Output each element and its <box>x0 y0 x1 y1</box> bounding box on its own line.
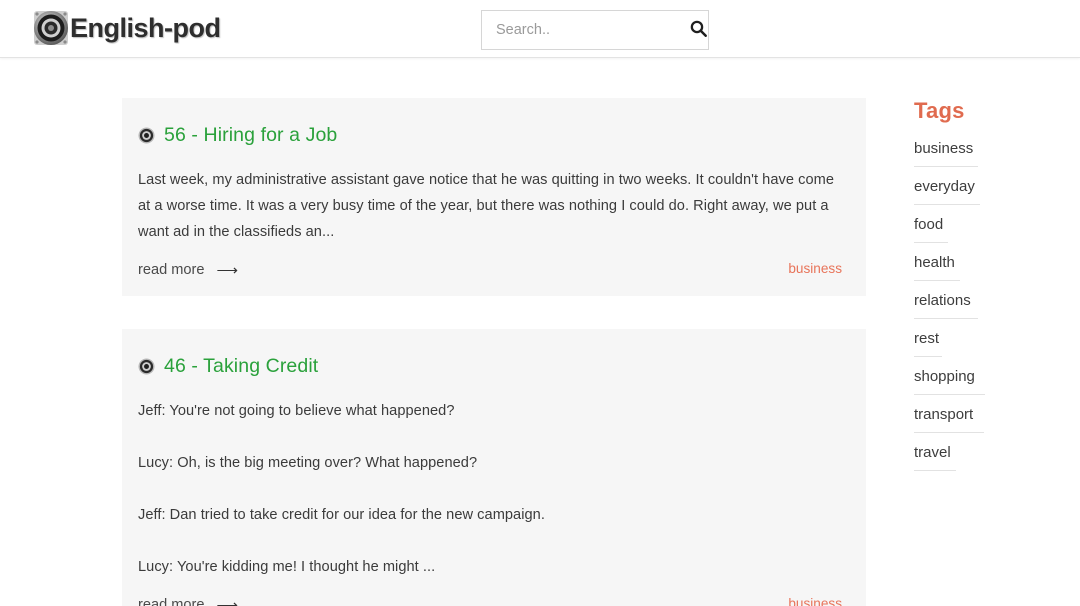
speaker-logo-icon <box>30 7 72 49</box>
post-paragraph: Last week, my administrative assistant g… <box>138 172 835 240</box>
tag-link-rest[interactable]: rest <box>914 330 939 356</box>
tag-divider <box>914 280 960 281</box>
tag-link-relations[interactable]: relations <box>914 292 971 318</box>
tag-list-item: relations <box>914 292 1064 319</box>
post-excerpt: Jeff: You're not going to believe what h… <box>138 398 842 580</box>
tag-list-item: everyday <box>914 178 1064 205</box>
brand-logo-link[interactable]: English-pod <box>30 7 221 49</box>
search-input[interactable] <box>482 11 689 49</box>
search-box[interactable] <box>481 10 709 50</box>
post-card: 46 - Taking Credit Jeff: You're not goin… <box>122 329 866 606</box>
tag-divider <box>914 394 985 395</box>
search-icon <box>689 19 708 41</box>
tag-link-everyday[interactable]: everyday <box>914 178 975 204</box>
tag-divider <box>914 318 978 319</box>
tag-divider <box>914 470 956 471</box>
search-button[interactable] <box>689 11 708 49</box>
post-list: 56 - Hiring for a Job Last week, my admi… <box>122 98 866 606</box>
post-title: 56 - Hiring for a Job <box>164 124 338 146</box>
tag-divider <box>914 166 978 167</box>
tag-link-health[interactable]: health <box>914 254 955 280</box>
post-tag-link[interactable]: business <box>788 261 842 278</box>
arrow-right-icon: ⟶ <box>216 596 239 606</box>
post-title: 46 - Taking Credit <box>164 355 319 377</box>
tag-divider <box>914 356 942 357</box>
read-more-label: read more <box>138 597 205 606</box>
tag-list-item: shopping <box>914 368 1064 395</box>
dialogue-line: Lucy: You're kidding me! I thought he mi… <box>138 559 436 575</box>
tag-divider <box>914 242 948 243</box>
speaker-icon <box>138 127 155 144</box>
sidebar-heading: Tags <box>914 98 965 123</box>
dialogue-line: Lucy: Oh, is the big meeting over? What … <box>138 455 478 471</box>
read-more-label: read more <box>138 262 205 278</box>
tag-list-item: travel <box>914 444 1064 471</box>
dialogue-line: Jeff: You're not going to believe what h… <box>138 403 455 419</box>
tag-list-item: transport <box>914 406 1064 433</box>
tag-list-item: rest <box>914 330 1064 357</box>
tag-link-business[interactable]: business <box>914 140 973 166</box>
post-title-link[interactable]: 46 - Taking Credit <box>138 355 842 378</box>
tag-list-item: health <box>914 254 1064 281</box>
dialogue-line: Jeff: Dan tried to take credit for our i… <box>138 507 545 523</box>
tags-sidebar: Tags business everyday food health relat… <box>914 98 1064 482</box>
site-header: English-pod <box>0 0 1080 58</box>
speaker-icon <box>138 358 155 375</box>
post-title-link[interactable]: 56 - Hiring for a Job <box>138 124 842 147</box>
tag-link-food[interactable]: food <box>914 216 943 242</box>
page-body: 56 - Hiring for a Job Last week, my admi… <box>0 58 1080 606</box>
read-more-link[interactable]: read more ⟶ <box>138 262 238 278</box>
tag-link-transport[interactable]: transport <box>914 406 973 432</box>
post-footer: read more ⟶ business <box>138 261 842 278</box>
read-more-link[interactable]: read more ⟶ <box>138 597 238 606</box>
post-tag-link[interactable]: business <box>788 596 842 606</box>
post-footer: read more ⟶ business <box>138 596 842 606</box>
post-card: 56 - Hiring for a Job Last week, my admi… <box>122 98 866 296</box>
tag-link-shopping[interactable]: shopping <box>914 368 975 394</box>
tag-link-travel[interactable]: travel <box>914 444 951 470</box>
tag-list-item: food <box>914 216 1064 243</box>
arrow-right-icon: ⟶ <box>216 261 239 279</box>
tag-divider <box>914 432 984 433</box>
brand-name: English-pod <box>70 12 221 43</box>
tag-divider <box>914 204 980 205</box>
post-excerpt: Last week, my administrative assistant g… <box>138 167 842 245</box>
tag-list-item: business <box>914 140 1064 167</box>
